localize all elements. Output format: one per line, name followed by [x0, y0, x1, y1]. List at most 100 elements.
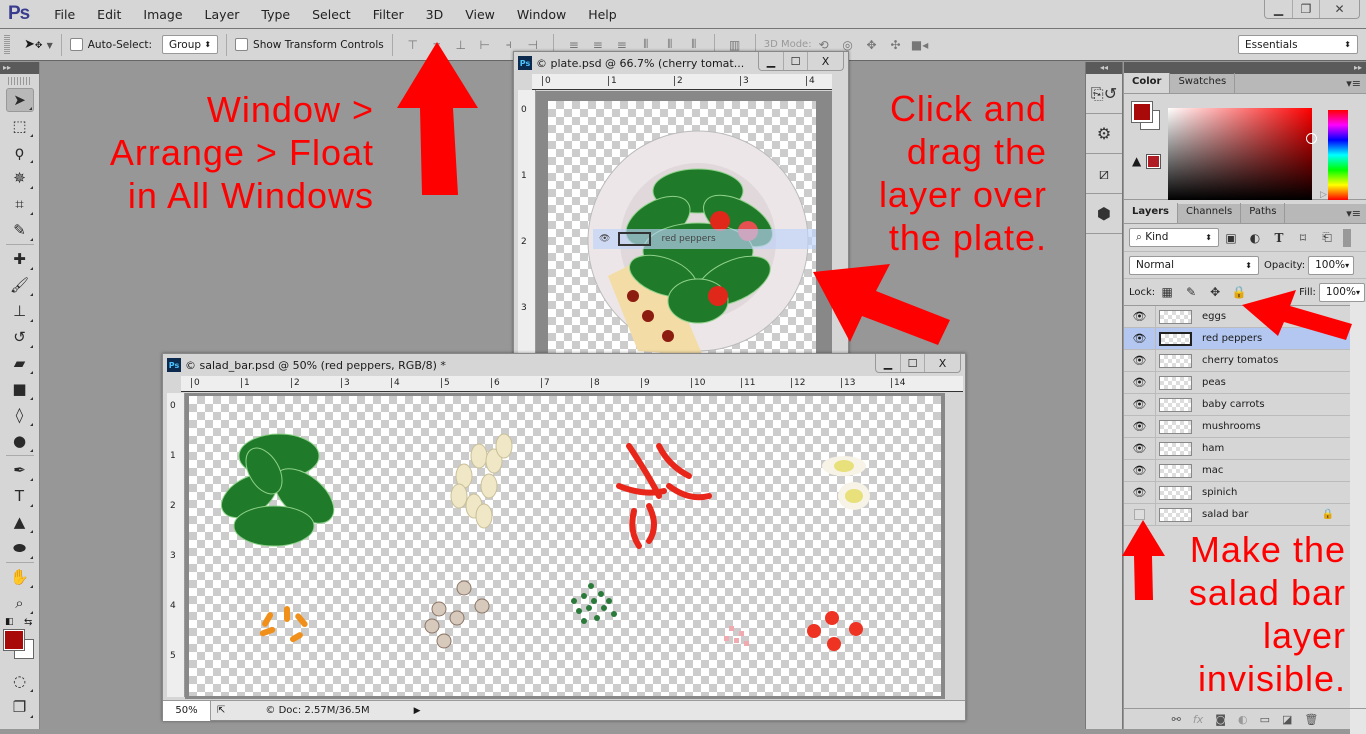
- align-vcenter-icon[interactable]: ⫟: [429, 37, 445, 53]
- plate-maximize-button[interactable]: ☐: [783, 52, 807, 70]
- pen-tool-icon[interactable]: ✒: [6, 458, 34, 482]
- fill-input[interactable]: 100% ▾: [1318, 282, 1365, 302]
- dock-collapse-icon[interactable]: ◂◂: [1086, 62, 1122, 74]
- filter-pixel-icon[interactable]: ▣: [1223, 230, 1239, 246]
- screen-mode-icon[interactable]: ❐: [6, 695, 34, 719]
- eraser-tool-icon[interactable]: ▰: [6, 351, 34, 375]
- filter-smart-object-icon[interactable]: ⎗: [1319, 230, 1335, 246]
- layer-row[interactable]: salad bar 🔒: [1124, 503, 1350, 526]
- blend-mode-dropdown[interactable]: Normal ⬍: [1129, 255, 1259, 275]
- menu-select[interactable]: Select: [301, 7, 362, 22]
- zoom-tool-icon[interactable]: ⌕: [6, 591, 34, 615]
- eye-icon[interactable]: 👁: [1124, 459, 1156, 482]
- swap-colors-icon[interactable]: ⇆: [24, 617, 32, 628]
- menu-help[interactable]: Help: [577, 7, 628, 22]
- 3d-panel-icon[interactable]: ⬢: [1086, 194, 1122, 234]
- close-button[interactable]: ✕: [1319, 0, 1359, 18]
- layer-filter-dropdown[interactable]: ⌕ Kind ⬍: [1129, 228, 1219, 247]
- folder-icon[interactable]: ▭: [1260, 713, 1270, 726]
- layers-panel-menu-icon[interactable]: ▾≡: [1346, 207, 1361, 220]
- options-bar-grip[interactable]: [4, 34, 10, 55]
- gamut-swatch[interactable]: [1146, 154, 1161, 169]
- layer-row[interactable]: 👁 ham: [1124, 437, 1350, 460]
- minimize-button[interactable]: ▁: [1265, 0, 1292, 18]
- ellipse-tool-icon[interactable]: ⬬: [6, 536, 34, 560]
- default-colors-icon[interactable]: ◧: [5, 617, 14, 627]
- tab-paths[interactable]: Paths: [1241, 203, 1286, 223]
- menu-3d[interactable]: 3D: [415, 7, 455, 22]
- align-left-icon[interactable]: ⊢: [477, 37, 493, 53]
- salad-canvas[interactable]: [189, 396, 941, 696]
- show-transform-checkbox[interactable]: [235, 38, 249, 51]
- type-tool-icon[interactable]: T: [6, 484, 34, 508]
- layer-row[interactable]: 👁 red peppers: [1124, 327, 1350, 350]
- menu-view[interactable]: View: [454, 7, 506, 22]
- plate-minimize-button[interactable]: ▁: [759, 52, 783, 70]
- auto-select-checkbox[interactable]: [69, 38, 83, 51]
- tab-color[interactable]: Color: [1124, 73, 1171, 93]
- marquee-tool-icon[interactable]: ⬚: [6, 114, 34, 138]
- menu-filter[interactable]: Filter: [362, 7, 415, 22]
- clone-stamp-tool-icon[interactable]: ⊥: [6, 299, 34, 323]
- move-tool-icon[interactable]: ➤: [5, 88, 34, 112]
- crop-tool-icon[interactable]: ⌗: [6, 192, 34, 216]
- path-selection-tool-icon[interactable]: ▲: [6, 510, 34, 534]
- layer-row[interactable]: 👁 peas: [1124, 371, 1350, 394]
- align-top-icon[interactable]: ⊤: [405, 37, 421, 53]
- tools-collapse-icon[interactable]: ▸▸: [0, 62, 39, 74]
- 3d-scale-icon[interactable]: ■◂: [911, 37, 928, 53]
- workspace-dropdown[interactable]: Essentials ⬍: [1238, 35, 1358, 54]
- plate-doc-titlebar[interactable]: Ps © plate.psd @ 66.7% (cherry tomat... …: [514, 52, 848, 74]
- new-layer-icon[interactable]: ◪: [1282, 713, 1292, 726]
- color-field[interactable]: [1168, 108, 1317, 200]
- layer-row[interactable]: 👁 eggs: [1124, 305, 1350, 328]
- eye-icon[interactable]: 👁: [1124, 437, 1156, 460]
- filter-adjustment-icon[interactable]: ◐: [1247, 230, 1263, 246]
- history-panel-icon[interactable]: ⎘↺: [1086, 74, 1122, 114]
- dragged-layer-ghost[interactable]: 👁 red peppers: [593, 229, 816, 249]
- fx-icon[interactable]: fx: [1193, 713, 1203, 726]
- tab-layers[interactable]: Layers: [1124, 203, 1178, 223]
- zoom-level-field[interactable]: 50%: [163, 700, 211, 721]
- link-icon[interactable]: ⚯: [1172, 713, 1181, 726]
- eye-icon[interactable]: 👁: [1124, 327, 1156, 350]
- auto-select-dropdown[interactable]: Group ⬍: [162, 35, 219, 54]
- menu-layer[interactable]: Layer: [194, 7, 251, 22]
- eye-icon[interactable]: 👁: [1124, 349, 1156, 372]
- visibility-toggle-empty[interactable]: [1124, 503, 1156, 526]
- brush-tool-icon[interactable]: 🖌: [6, 273, 34, 297]
- salad-doc-titlebar[interactable]: Ps © salad_bar.psd @ 50% (red peppers, R…: [163, 354, 965, 376]
- plate-canvas[interactable]: 👁 red peppers: [548, 101, 816, 357]
- eye-icon[interactable]: 👁: [1124, 305, 1156, 328]
- salad-minimize-button[interactable]: ▁: [876, 354, 900, 372]
- lock-all-icon[interactable]: 🔒: [1231, 284, 1247, 300]
- restore-button[interactable]: ❐: [1292, 0, 1319, 18]
- tab-channels[interactable]: Channels: [1178, 203, 1242, 223]
- eye-icon[interactable]: 👁: [1124, 393, 1156, 416]
- hue-slider-handle[interactable]: ▷: [1320, 190, 1327, 200]
- history-brush-tool-icon[interactable]: ↺: [6, 325, 34, 349]
- salad-maximize-button[interactable]: ☐: [900, 354, 924, 372]
- 3d-slide-icon[interactable]: ✣: [888, 37, 904, 53]
- adjustment-icon[interactable]: ◐: [1238, 713, 1248, 726]
- eyedropper-tool-icon[interactable]: ✎: [6, 218, 34, 242]
- filter-toggle[interactable]: [1343, 228, 1351, 247]
- magic-wand-tool-icon[interactable]: ✵: [6, 166, 34, 190]
- eye-icon[interactable]: 👁: [1124, 371, 1156, 394]
- menu-edit[interactable]: Edit: [86, 7, 132, 22]
- plate-close-button[interactable]: X: [807, 52, 843, 70]
- tab-swatches[interactable]: Swatches: [1170, 73, 1236, 93]
- filter-type-icon[interactable]: T: [1271, 230, 1287, 246]
- layer-row[interactable]: 👁 mac: [1124, 459, 1350, 482]
- transform-panel-icon[interactable]: ⧄: [1086, 154, 1122, 194]
- salad-close-button[interactable]: X: [924, 354, 960, 372]
- color-picker-cursor[interactable]: [1306, 133, 1317, 144]
- status-menu-arrow[interactable]: ▶: [414, 706, 421, 716]
- healing-brush-tool-icon[interactable]: ✚: [6, 247, 34, 271]
- lock-position-icon[interactable]: ✥: [1207, 284, 1223, 300]
- lock-transparent-icon[interactable]: ▦: [1159, 284, 1175, 300]
- eye-icon[interactable]: 👁: [1124, 415, 1156, 438]
- menu-window[interactable]: Window: [506, 7, 577, 22]
- layer-row[interactable]: 👁 baby carrots: [1124, 393, 1350, 416]
- menu-type[interactable]: Type: [250, 7, 301, 22]
